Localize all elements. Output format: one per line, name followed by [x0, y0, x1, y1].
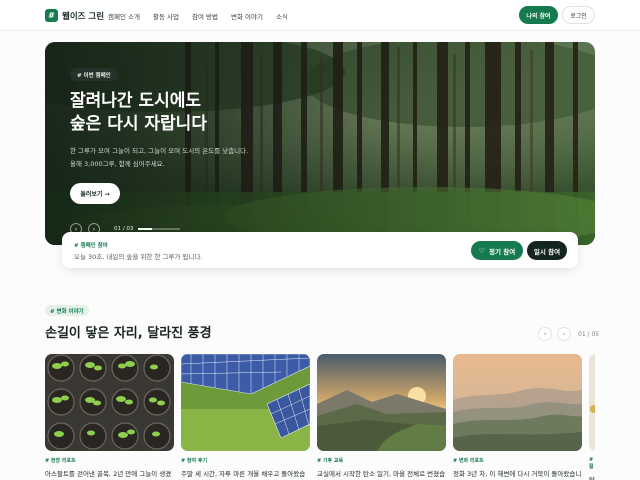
section-slider-controls: ‹ › 01 / 05	[538, 327, 599, 341]
logo-mark-icon: #	[45, 9, 58, 22]
story-category: # 기후 교육	[317, 458, 344, 464]
story-card[interactable]: # 참여 후기 주말 세 시간, 자투 마른 개울 채우고 돌아왔습니다	[181, 354, 310, 480]
logo[interactable]: # 웹이즈 그린	[45, 9, 104, 22]
section-pager: 01 / 05	[578, 330, 600, 338]
regular-participation-label: 정기 참여	[489, 247, 516, 256]
login-button[interactable]: 로그인	[562, 6, 595, 24]
hero-progress-bar	[138, 228, 181, 230]
explore-button[interactable]: 둘러보기 →	[70, 183, 120, 204]
section-prev-icon[interactable]: ‹	[538, 327, 552, 341]
one-time-participation-button[interactable]: 일시 참여	[527, 241, 567, 260]
story-category: # 현장 리포트	[45, 458, 76, 464]
logo-text: 웹이즈 그린	[62, 11, 105, 22]
section-title: 손길이 닿은 자리, 달라진 풍경	[45, 326, 212, 341]
story-title: 아스팔트를 걷어낸 골목, 2년 만에 그늘이 생겼습니다	[45, 470, 172, 478]
story-title: 탕	[589, 476, 595, 480]
nav-item-activities[interactable]: 활동 사업	[153, 11, 179, 21]
story-card[interactable]: # 현장 리포트 아스팔트를 걷어낸 골목, 2년 만에 그늘이 생겼습니다	[45, 354, 174, 480]
my-participation-button[interactable]: 나의 참여	[519, 6, 558, 24]
hero-progress-fill	[138, 228, 153, 230]
nav-item-stories[interactable]: 변화 이야기	[231, 11, 263, 21]
forest-image	[45, 42, 595, 245]
regular-participation-button[interactable]: ♡ 정기 참여	[471, 241, 523, 260]
card-tag: # 캠페인 참여	[74, 243, 108, 249]
story-category: # 참여 후기	[181, 458, 208, 464]
story-category: # 변화 리포트	[453, 458, 484, 464]
section-next-icon[interactable]: ›	[557, 327, 571, 341]
story-title: 교실에서 시작한 탄소 일기, 마을 전체로 번졌습니다	[317, 470, 446, 478]
hero-description: 한 그루가 모여 그늘이 되고, 그늘이 모여 도시의 온도를 낮춥니다. 올해…	[70, 147, 249, 168]
story-title: 주말 세 시간, 자투 마른 개울 채우고 돌아왔습니다	[181, 470, 306, 478]
nav-item-campaign[interactable]: 캠페인 소개	[108, 11, 140, 21]
nav-item-news[interactable]: 소식	[276, 11, 288, 21]
top-header: # 웹이즈 그린 캠페인 소개 활동 사업 참여 방법 변화 이야기 소식 나의…	[0, 0, 640, 31]
story-image-seedlings	[45, 354, 174, 451]
story-image-mountain-sunset	[317, 354, 446, 451]
nav-item-how-to-join[interactable]: 참여 방법	[192, 11, 218, 21]
card-text: 오늘 30초, 내일의 숲을 위한 한 그루가 됩니다.	[74, 253, 203, 261]
story-title: 정화 3년 차, 이 해변에 다시 거북이 돌아왔습니다	[453, 470, 582, 478]
participation-card: # 캠페인 참여 오늘 30초, 내일의 숲을 위한 한 그루가 됩니다. ♡ …	[62, 232, 578, 268]
story-image-solar-panels	[181, 354, 310, 451]
section-tag: # 변화 이야기	[45, 305, 89, 316]
story-card[interactable]: # 기후 교육 교실에서 시작한 탄소 일기, 마을 전체로 번졌습니다	[317, 354, 446, 480]
hero-badge: # 이번 캠페인	[70, 68, 118, 81]
main-nav: 캠페인 소개 활동 사업 참여 방법 변화 이야기 소식	[108, 11, 301, 21]
story-card[interactable]: # 변화 리포트 정화 3년 차, 이 해변에 다시 거북이 돌아왔습니다	[453, 354, 582, 480]
story-image-partial	[589, 354, 595, 451]
hero-title: 잘려나간 도시에도 숲은 다시 자랍니다	[70, 91, 207, 134]
story-image-misty-ridges	[453, 354, 582, 451]
story-category: # 활	[589, 457, 594, 470]
story-card[interactable]: # 활 탕	[589, 354, 595, 480]
heart-icon: ♡	[478, 246, 486, 255]
hero-banner: # 이번 캠페인 잘려나간 도시에도 숲은 다시 자랍니다 한 그루가 모여 그…	[45, 42, 595, 245]
